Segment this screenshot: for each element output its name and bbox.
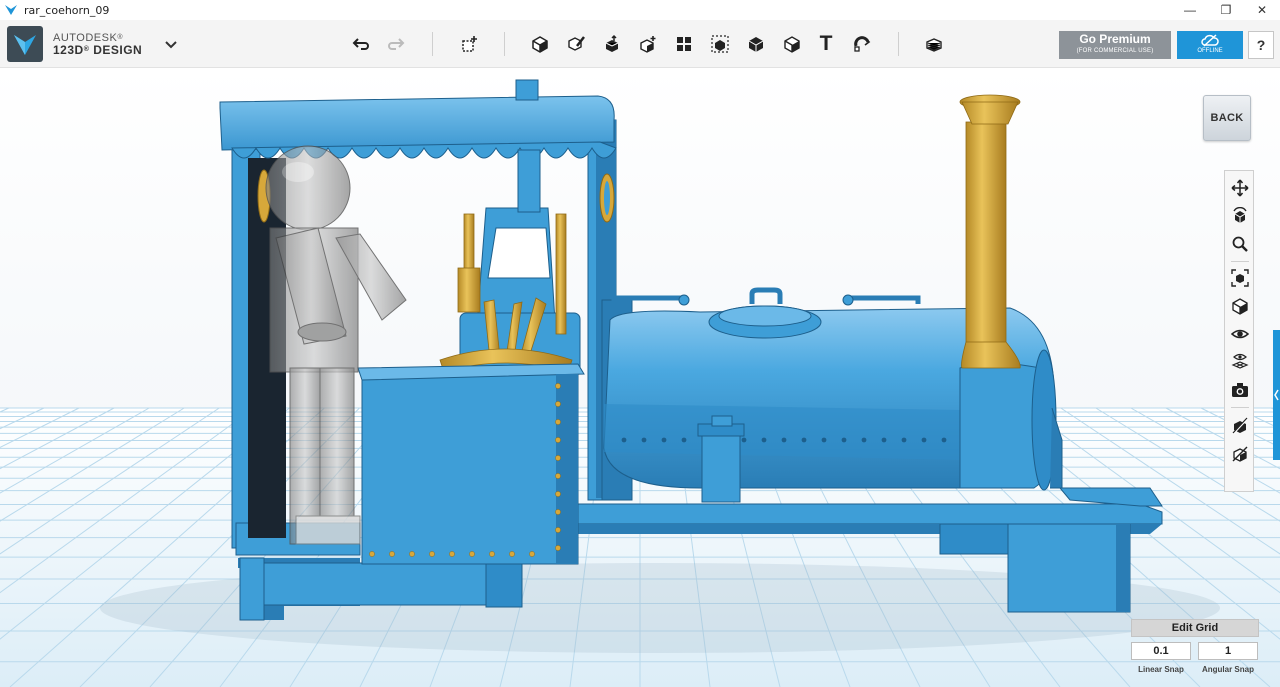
- navigation-bar: [1224, 170, 1254, 492]
- primitives-icon[interactable]: [528, 32, 552, 56]
- grid-visibility-icon[interactable]: [1229, 351, 1251, 373]
- view-icon[interactable]: [1229, 295, 1251, 317]
- combine-icon[interactable]: [744, 32, 768, 56]
- undo-icon[interactable]: [349, 32, 373, 56]
- angular-snap-input[interactable]: 1: [1198, 642, 1258, 660]
- autodesk-logo-icon: [7, 26, 43, 62]
- toolbar-separator: [898, 32, 899, 56]
- main-toolbar: AUTODESK® 123D® DESIGN T Go Premium (FOR…: [0, 20, 1280, 68]
- chevron-left-icon: [1274, 389, 1279, 401]
- visibility-icon[interactable]: [1229, 323, 1251, 345]
- orbit-icon[interactable]: [1229, 205, 1251, 227]
- grid-settings-panel: Edit Grid 0.1 1 Linear Snap Angular Snap: [1131, 619, 1261, 679]
- toolbar-separator: [432, 32, 433, 56]
- minimize-button[interactable]: —: [1172, 0, 1208, 20]
- fit-icon[interactable]: [1229, 267, 1251, 289]
- nav-separator: [1231, 261, 1249, 262]
- measure-icon[interactable]: [780, 32, 804, 56]
- cloud-offline-icon: [1201, 34, 1219, 47]
- window-title: rar_coehorn_09: [24, 3, 110, 17]
- pattern-icon[interactable]: [672, 32, 696, 56]
- zoom-icon[interactable]: [1229, 233, 1251, 255]
- grouping-icon[interactable]: [708, 32, 732, 56]
- brand-design: DESIGN: [93, 43, 143, 57]
- sketch-icon[interactable]: [564, 32, 588, 56]
- transform-icon[interactable]: [457, 32, 481, 56]
- angular-snap-label: Angular Snap: [1201, 665, 1254, 674]
- help-button[interactable]: ?: [1248, 31, 1274, 59]
- nav-separator: [1231, 407, 1249, 408]
- go-premium-button[interactable]: Go Premium (FOR COMMERCIAL USE): [1059, 31, 1171, 59]
- app-menu-logo[interactable]: AUTODESK® 123D® DESIGN: [7, 26, 142, 62]
- edit-grid-button[interactable]: Edit Grid: [1131, 619, 1259, 637]
- back-button[interactable]: BACK: [1203, 95, 1251, 141]
- model-scene[interactable]: [0, 68, 1280, 687]
- linear-snap-input[interactable]: 0.1: [1131, 642, 1191, 660]
- modify-icon[interactable]: [636, 32, 660, 56]
- side-panel-tab[interactable]: [1273, 330, 1280, 460]
- construct-icon[interactable]: [600, 32, 624, 56]
- brand-registered-2: ®: [83, 46, 90, 53]
- chevron-down-icon[interactable]: [164, 39, 178, 51]
- linear-snap-label: Linear Snap: [1138, 665, 1184, 674]
- premium-label: Go Premium: [1079, 32, 1151, 46]
- brand-123d: 123D: [53, 43, 84, 57]
- snapshot-icon[interactable]: [1229, 379, 1251, 401]
- outline-toggle-icon[interactable]: [1229, 443, 1251, 465]
- material-toggle-icon[interactable]: [1229, 415, 1251, 437]
- offline-label: OFFLINE: [1197, 48, 1223, 54]
- maximize-button[interactable]: ❐: [1208, 0, 1244, 20]
- pan-icon[interactable]: [1229, 177, 1251, 199]
- close-button[interactable]: ✕: [1244, 0, 1280, 20]
- brand-registered: ®: [117, 34, 123, 41]
- 3d-viewport[interactable]: BACK Edit Grid 0.1 1 Linear Snap Angular…: [0, 68, 1280, 687]
- redo-icon[interactable]: [384, 32, 408, 56]
- premium-sublabel: (FOR COMMERCIAL USE): [1076, 48, 1154, 54]
- offline-button[interactable]: OFFLINE: [1177, 31, 1243, 59]
- title-bar: rar_coehorn_09 — ❐ ✕: [0, 0, 1280, 20]
- text-icon[interactable]: T: [814, 32, 838, 56]
- app-logo-icon: [5, 5, 17, 15]
- toolbar-separator: [504, 32, 505, 56]
- snap-icon[interactable]: [850, 32, 874, 56]
- material-icon[interactable]: [922, 32, 946, 56]
